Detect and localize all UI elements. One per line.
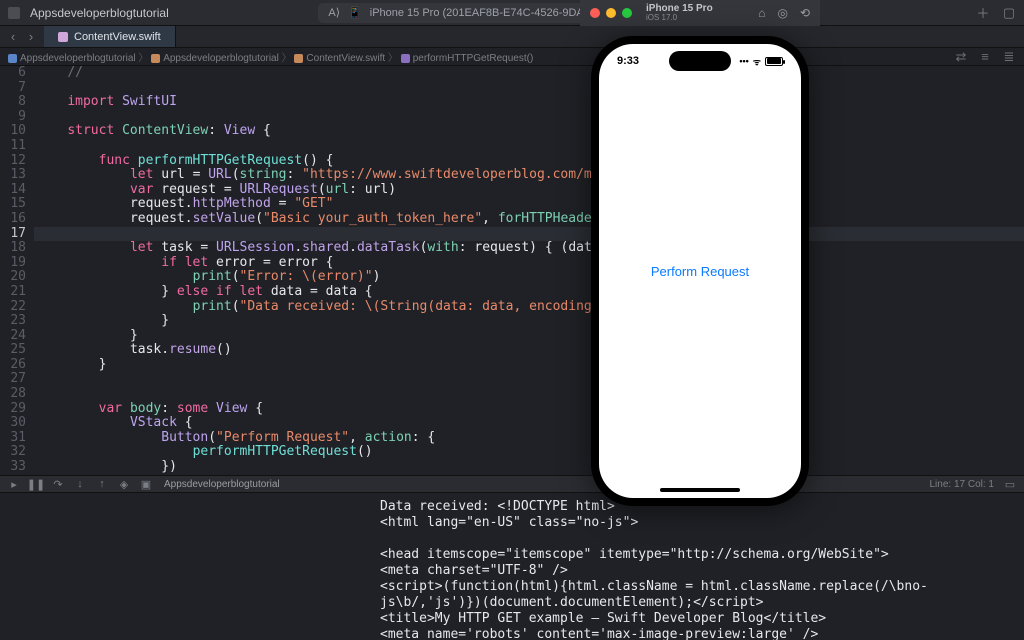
- step-over-icon[interactable]: ↷: [52, 478, 64, 490]
- screenshot-icon[interactable]: ◎: [777, 6, 787, 20]
- project-name: Appsdeveloperblogtutorial: [30, 6, 169, 20]
- debug-toggle-icon[interactable]: ▸: [8, 478, 20, 490]
- signal-icon: •••: [739, 56, 748, 66]
- app-icon: ▣: [140, 478, 152, 490]
- file-tab-contentview[interactable]: ContentView.swift: [44, 26, 176, 47]
- breadcrumb-item[interactable]: Appsdeveloperblogtutorial: [163, 53, 279, 64]
- simulator-window: iPhone 15 Pro iOS 17.0 ⌂ ◎ ⟲ 9:33 ••• ᯤ …: [580, 0, 820, 516]
- pause-icon[interactable]: ❚❚: [30, 478, 42, 490]
- back-icon[interactable]: ‹: [6, 30, 20, 44]
- line-gutter: 6789101112131415161718192021222324252627…: [0, 66, 34, 475]
- minimap-icon[interactable]: ≡: [978, 50, 992, 64]
- breadcrumb-item[interactable]: performHTTPGetRequest(): [413, 53, 534, 64]
- plus-icon[interactable]: ＋: [976, 6, 990, 20]
- forward-icon[interactable]: ›: [24, 30, 38, 44]
- home-indicator: [660, 488, 740, 492]
- step-in-icon[interactable]: ↓: [74, 478, 86, 490]
- phone-icon: 📱: [348, 6, 362, 19]
- status-bar: 9:33 ••• ᯤ: [599, 51, 801, 71]
- console-output[interactable]: Data received: <!DOCTYPE html> <html lan…: [0, 493, 1024, 640]
- perform-request-button[interactable]: Perform Request: [651, 264, 749, 279]
- status-time: 9:33: [617, 55, 639, 67]
- step-out-icon[interactable]: ↑: [96, 478, 108, 490]
- simulator-titlebar[interactable]: iPhone 15 Pro iOS 17.0 ⌂ ◎ ⟲: [580, 0, 820, 26]
- breadcrumb-item[interactable]: Appsdeveloperblogtutorial: [20, 53, 136, 64]
- iphone-frame: 9:33 ••• ᯤ Perform Request: [591, 36, 809, 506]
- code-area[interactable]: // import SwiftUI struct ContentView: Vi…: [34, 66, 1024, 475]
- tab-strip: ‹ › ContentView.swift: [0, 26, 1024, 48]
- debug-bar: ▸ ❚❚ ↷ ↓ ↑ ◈ ▣ Appsdeveloperblogtutorial…: [0, 475, 1024, 493]
- home-icon[interactable]: ⌂: [758, 6, 765, 20]
- zoom-icon[interactable]: [622, 8, 632, 18]
- breadcrumb-bar: Appsdeveloperblogtutorial 〉 Appsdevelope…: [0, 48, 1024, 66]
- counterpart-icon[interactable]: ⇄: [954, 50, 968, 64]
- iphone-screen[interactable]: 9:33 ••• ᯤ Perform Request: [599, 44, 801, 498]
- minimize-icon[interactable]: [606, 8, 616, 18]
- nav-back-forward: ‹ ›: [0, 26, 44, 47]
- rotate-icon[interactable]: ⟲: [800, 6, 810, 20]
- xcode-toolbar: Appsdeveloperblogtutorial A⟩ 📱 iPhone 15…: [0, 0, 1024, 26]
- device-os: iOS 17.0: [646, 14, 713, 23]
- breakpoint-icon[interactable]: ◈: [118, 478, 130, 490]
- project-icon: [8, 7, 20, 19]
- wifi-icon: ᯤ: [753, 55, 761, 68]
- cursor-position: Line: 17 Col: 1: [930, 479, 995, 490]
- breadcrumb-item[interactable]: ContentView.swift: [306, 53, 385, 64]
- panel-toggle-icon[interactable]: ▭: [1004, 478, 1016, 490]
- adjust-icon[interactable]: ≣: [1002, 50, 1016, 64]
- window-controls: [590, 8, 632, 18]
- close-icon[interactable]: [590, 8, 600, 18]
- library-icon[interactable]: ▢: [1002, 6, 1016, 20]
- scheme-label: A⟩: [328, 6, 340, 19]
- code-editor[interactable]: 6789101112131415161718192021222324252627…: [0, 66, 1024, 475]
- sim-device-label: iPhone 15 Pro iOS 17.0: [646, 3, 713, 23]
- battery-icon: [765, 57, 783, 66]
- toolbar-right: ＋ ▢: [976, 6, 1016, 20]
- tab-filename: ContentView.swift: [74, 31, 161, 43]
- swift-file-icon: [58, 32, 68, 42]
- debug-target[interactable]: Appsdeveloperblogtutorial: [164, 479, 280, 490]
